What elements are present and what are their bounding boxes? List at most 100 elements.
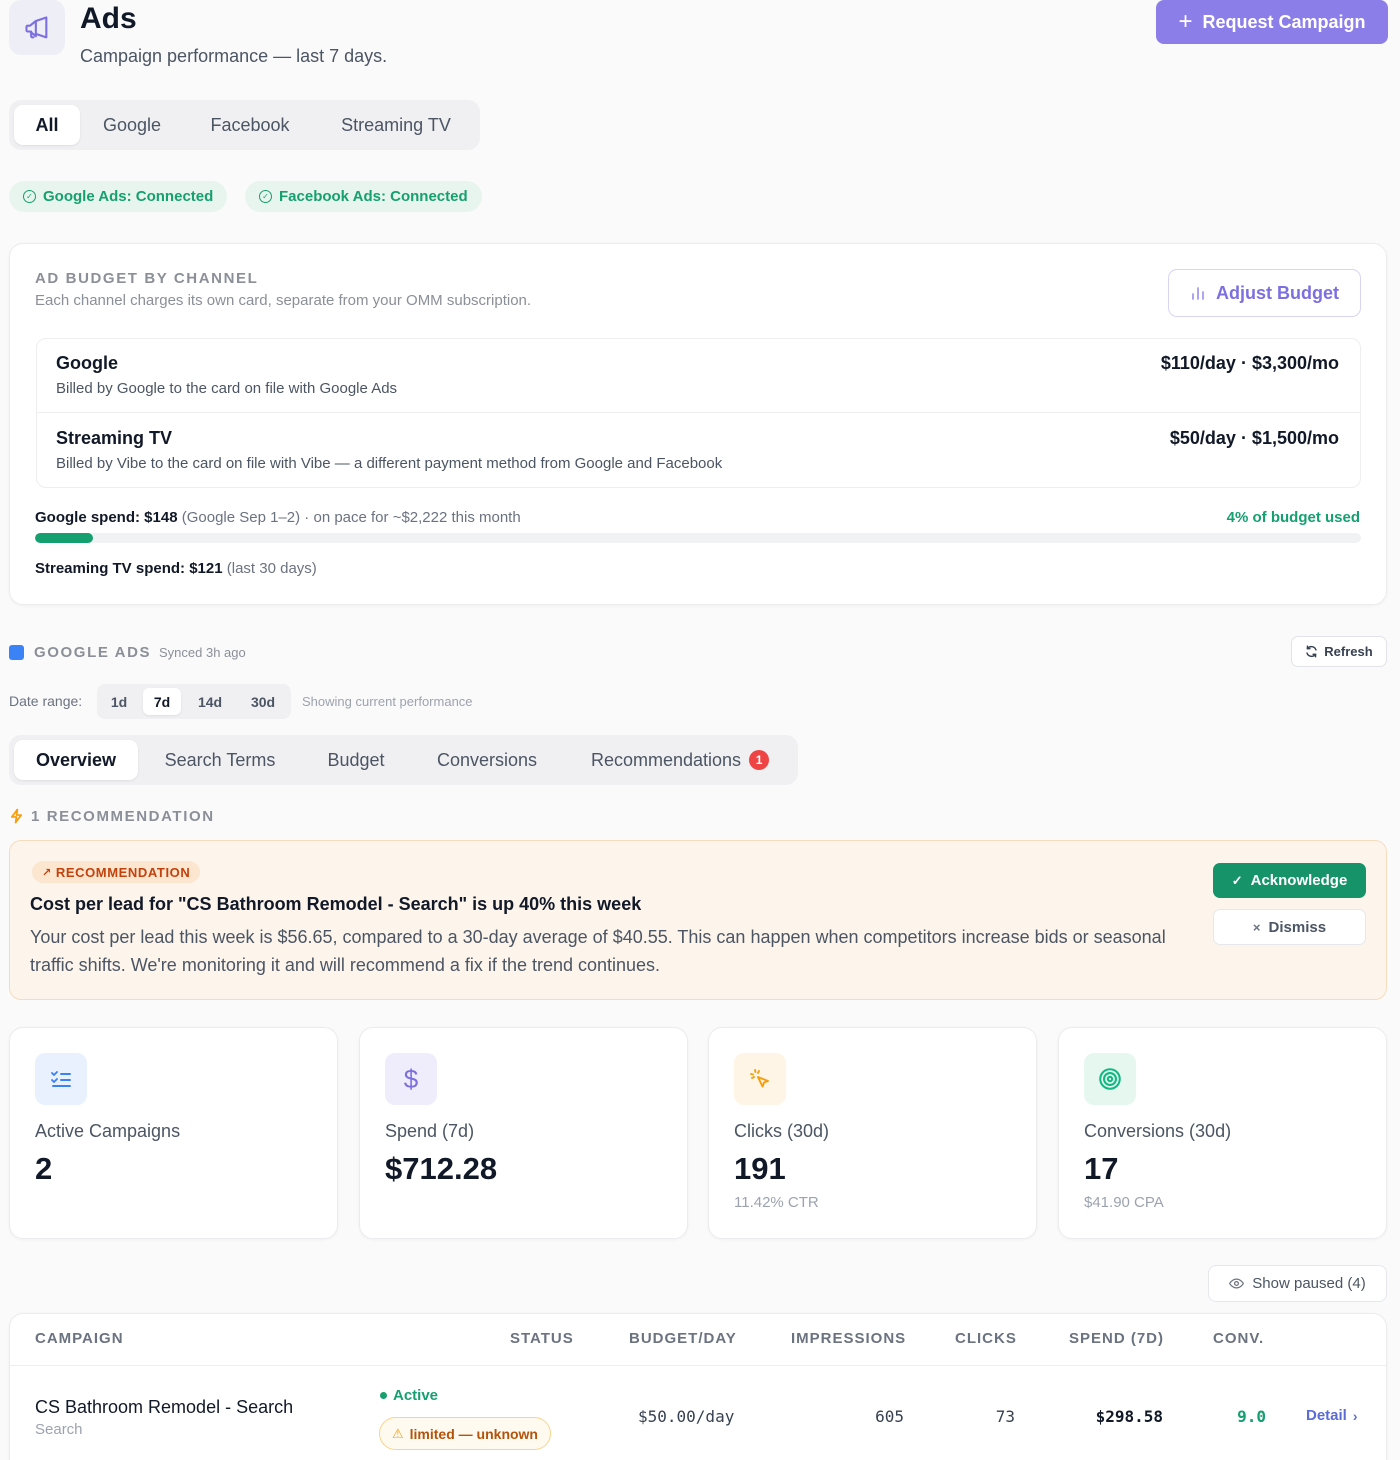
warning-icon: ⚠: [392, 1425, 404, 1441]
page-title: Ads: [80, 2, 137, 35]
channel-billing-desc: Billed by Vibe to the card on file with …: [56, 455, 723, 472]
refresh-button[interactable]: Refresh: [1291, 636, 1387, 667]
google-ads-label: GOOGLE ADS: [34, 644, 152, 661]
tab-google[interactable]: Google: [87, 105, 177, 145]
tab-conversions[interactable]: Conversions: [419, 740, 555, 780]
checklist-icon: [35, 1053, 87, 1105]
tab-facebook[interactable]: Facebook: [189, 105, 311, 145]
adjust-budget-button[interactable]: Adjust Budget: [1168, 269, 1361, 317]
channel-billing-desc: Billed by Google to the card on file wit…: [56, 380, 398, 397]
budget-used-label: 4% of budget used: [1226, 509, 1360, 526]
recommendation-tag: ↗ RECOMMENDATION: [32, 861, 201, 883]
tab-budget[interactable]: Budget: [309, 740, 403, 780]
channel-name: Streaming TV: [56, 428, 173, 448]
google-spend-summary: Google spend: $148 (Google Sep 1–2) · on…: [35, 509, 521, 526]
budget-progress-bar: [35, 533, 1361, 543]
target-icon: [1084, 1053, 1136, 1105]
google-ads-tabs: Overview Search Terms Budget Conversions…: [9, 735, 798, 785]
status-dot: [380, 1392, 387, 1399]
date-option-1d[interactable]: 1d: [100, 688, 138, 715]
divider: [10, 1365, 1386, 1366]
channel-name: Google: [56, 353, 118, 373]
tab-overview[interactable]: Overview: [14, 740, 138, 780]
column-header[interactable]: CAMPAIGN: [35, 1330, 124, 1347]
facebook-connected-badge: ✓ Facebook Ads: Connected: [245, 181, 482, 212]
cursor-click-icon: [734, 1053, 786, 1105]
stat-subtext: $41.90 CPA: [1084, 1194, 1164, 1211]
campaign-name[interactable]: CS Bathroom Remodel - Search: [35, 1397, 293, 1418]
budget-progress-fill: [35, 533, 94, 543]
stat-label: Spend (7d): [385, 1121, 475, 1141]
channel-price: $50/day · $1,500/mo: [1169, 428, 1339, 448]
stat-value: 191: [734, 1151, 786, 1186]
google-ads-color-swatch: [9, 645, 24, 660]
stat-label: Active Campaigns: [35, 1121, 181, 1141]
check-icon: ✓: [1231, 872, 1243, 888]
show-paused-button[interactable]: Show paused (4): [1208, 1265, 1387, 1302]
detail-link[interactable]: Detail ›: [1306, 1407, 1358, 1424]
megaphone-icon: [9, 0, 65, 55]
recommendation-body: Your cost per lead this week is $56.65, …: [30, 927, 1166, 975]
recommendation-title: Cost per lead for "CS Bathroom Remodel -…: [30, 894, 642, 914]
column-header[interactable]: SPEND (7D): [1069, 1330, 1164, 1347]
eye-icon: [1229, 1278, 1245, 1289]
stat-subtext: 11.42% CTR: [734, 1194, 819, 1211]
sync-status: Synced 3h ago: [159, 645, 246, 660]
recommendation-heading: 1 RECOMMENDATION: [31, 808, 215, 825]
stat-card-conversions: Conversions (30d) 17 $41.90 CPA: [1058, 1027, 1387, 1239]
impressions-value: 605: [875, 1407, 904, 1426]
stat-value: 2: [35, 1151, 53, 1186]
refresh-icon: [1306, 645, 1317, 658]
page-subtitle: Campaign performance — last 7 days.: [80, 46, 388, 66]
clicks-value: 73: [995, 1407, 1015, 1426]
check-circle-icon: ✓: [259, 190, 272, 203]
tab-streaming-tv[interactable]: Streaming TV: [321, 105, 471, 145]
request-campaign-button[interactable]: + Request Campaign: [1156, 0, 1388, 44]
column-header[interactable]: CLICKS: [955, 1330, 1017, 1347]
column-header[interactable]: IMPRESSIONS: [791, 1330, 906, 1347]
tab-recommendations[interactable]: Recommendations 1: [575, 740, 785, 780]
channel-price: $110/day · $3,300/mo: [1160, 353, 1339, 373]
column-header[interactable]: BUDGET/DAY: [629, 1330, 737, 1347]
chevron-right-icon: ›: [1352, 1407, 1358, 1424]
limited-badge: ⚠ limited — unknown: [379, 1417, 551, 1450]
stat-value: $712.28: [385, 1151, 498, 1186]
stat-value: 17: [1084, 1151, 1119, 1186]
tv-spend-summary: Streaming TV spend: $121 (last 30 days): [35, 560, 317, 577]
close-icon: ×: [1252, 919, 1261, 935]
status-badge: Active: [380, 1387, 438, 1404]
date-option-7d[interactable]: 7d: [143, 688, 181, 715]
conversions-value: 9.0: [1237, 1407, 1266, 1426]
column-header[interactable]: STATUS: [510, 1330, 574, 1347]
date-option-30d[interactable]: 30d: [244, 688, 282, 715]
acknowledge-button[interactable]: ✓ Acknowledge: [1213, 863, 1366, 898]
recommendations-count-badge: 1: [749, 750, 770, 770]
stat-label: Clicks (30d): [734, 1121, 830, 1141]
budget-section-label: AD BUDGET BY CHANNEL: [35, 270, 259, 287]
date-option-14d[interactable]: 14d: [191, 688, 229, 715]
budget-description: Each channel charges its own card, separ…: [35, 292, 532, 309]
campaign-type: Search: [35, 1421, 83, 1438]
channel-tabs: All Google Facebook Streaming TV: [9, 100, 480, 150]
stat-card-active-campaigns: Active Campaigns 2: [9, 1027, 338, 1239]
tab-search-terms[interactable]: Search Terms: [149, 740, 291, 780]
plus-icon: +: [1178, 8, 1193, 35]
divider: [37, 412, 1360, 413]
dollar-icon: $: [385, 1053, 437, 1105]
trending-up-icon: ↗: [42, 866, 52, 879]
date-range-label: Date range:: [9, 693, 83, 709]
check-circle-icon: ✓: [23, 190, 36, 203]
stat-card-spend: $ Spend (7d) $712.28: [359, 1027, 688, 1239]
lightning-icon: [9, 808, 24, 829]
date-range-note: Showing current performance: [302, 694, 473, 709]
bar-chart-icon: [1192, 287, 1204, 300]
tab-all[interactable]: All: [14, 105, 80, 145]
dismiss-button[interactable]: × Dismiss: [1213, 909, 1366, 945]
column-header[interactable]: CONV.: [1213, 1330, 1264, 1347]
stat-label: Conversions (30d): [1084, 1121, 1232, 1141]
budget-per-day: $50.00/day: [638, 1407, 735, 1426]
google-connected-badge: ✓ Google Ads: Connected: [9, 181, 228, 212]
date-range-selector: 1d 7d 14d 30d: [97, 684, 291, 719]
stat-card-clicks: Clicks (30d) 191 11.42% CTR: [708, 1027, 1037, 1239]
spend-value: $298.58: [1095, 1407, 1163, 1426]
